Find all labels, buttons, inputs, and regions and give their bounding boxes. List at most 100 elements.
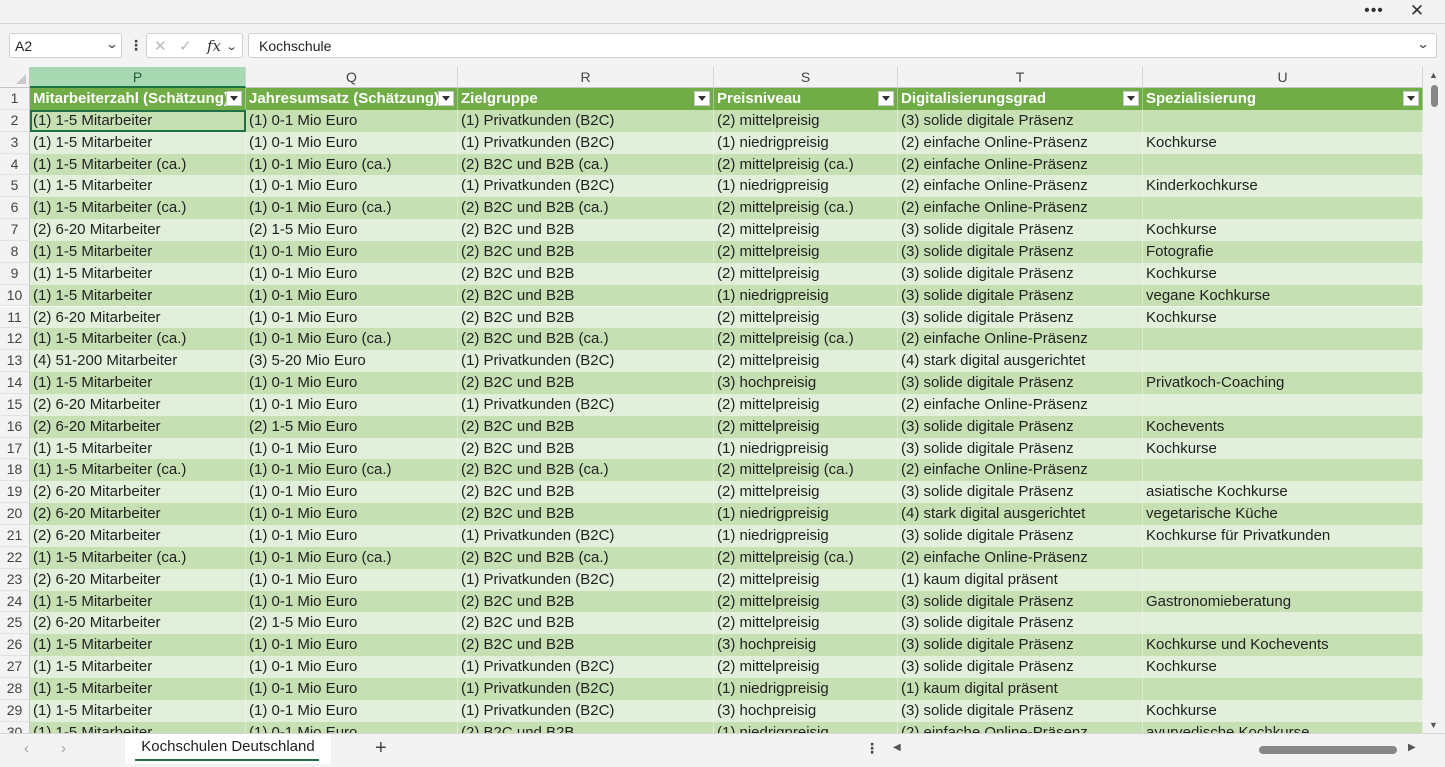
row-header[interactable]: 10: [0, 284, 30, 307]
table-cell[interactable]: Kochkurse und Kochevents: [1143, 634, 1423, 657]
table-cell[interactable]: (1) 0-1 Mio Euro: [246, 393, 458, 416]
horizontal-scroll-thumb[interactable]: [1259, 746, 1397, 754]
table-cell[interactable]: (2) 6-20 Mitarbeiter: [30, 568, 246, 591]
table-header-cell[interactable]: Jahresumsatz (Schätzung): [246, 88, 458, 110]
vertical-scrollbar[interactable]: ▲ ▼: [1424, 67, 1445, 733]
table-cell[interactable]: (1) 0-1 Mio Euro: [246, 481, 458, 504]
filter-dropdown-icon[interactable]: [1123, 91, 1139, 106]
table-cell[interactable]: (2) mittelpreisig: [714, 350, 898, 373]
table-cell[interactable]: (3) solide digitale Präsenz: [898, 262, 1143, 285]
table-cell[interactable]: (2) mittelpreisig: [714, 415, 898, 438]
table-cell[interactable]: (2) einfache Online-Präsenz: [898, 131, 1143, 154]
formula-bar-options-icon[interactable]: ⋮: [129, 37, 143, 54]
column-header-u[interactable]: U: [1143, 67, 1423, 88]
more-options-icon[interactable]: •••: [1359, 0, 1389, 22]
table-cell[interactable]: (4) stark digital ausgerichtet: [898, 350, 1143, 373]
row-header[interactable]: 27: [0, 656, 30, 678]
table-cell[interactable]: Kochkurse: [1143, 656, 1423, 678]
row-header[interactable]: 9: [0, 262, 30, 285]
chevron-down-icon[interactable]: ⌄: [105, 37, 118, 51]
table-cell[interactable]: (2) 1-5 Mio Euro: [246, 612, 458, 635]
formula-input[interactable]: Kochschule ⌄: [248, 33, 1437, 58]
previous-sheet-icon[interactable]: ‹: [24, 740, 29, 757]
table-cell[interactable]: (3) solide digitale Präsenz: [898, 372, 1143, 394]
row-header[interactable]: 3: [0, 131, 30, 154]
table-cell[interactable]: (1) 0-1 Mio Euro: [246, 656, 458, 678]
table-cell[interactable]: (2) mittelpreisig: [714, 109, 898, 132]
table-cell[interactable]: (1) Privatkunden (B2C): [458, 350, 714, 373]
row-header[interactable]: 28: [0, 677, 30, 700]
table-cell[interactable]: (3) solide digitale Präsenz: [898, 240, 1143, 263]
table-cell[interactable]: (1) 1-5 Mitarbeiter: [30, 175, 246, 198]
table-cell[interactable]: (1) 0-1 Mio Euro: [246, 131, 458, 154]
table-cell[interactable]: (1) niedrigpreisig: [714, 284, 898, 307]
table-cell[interactable]: (2) B2C und B2B: [458, 284, 714, 307]
checkmark-icon[interactable]: ✓: [179, 37, 192, 55]
table-header-cell[interactable]: Preisniveau: [714, 88, 898, 110]
table-cell[interactable]: [1143, 459, 1423, 482]
table-cell[interactable]: (2) mittelpreisig (ca.): [714, 153, 898, 176]
table-cell[interactable]: (1) 0-1 Mio Euro (ca.): [246, 197, 458, 220]
table-cell[interactable]: (2) einfache Online-Präsenz: [898, 721, 1143, 733]
table-cell[interactable]: (1) 0-1 Mio Euro: [246, 306, 458, 329]
table-cell[interactable]: (2) 6-20 Mitarbeiter: [30, 415, 246, 438]
row-header[interactable]: 2: [0, 109, 30, 132]
table-cell[interactable]: Kochkurse: [1143, 262, 1423, 285]
scroll-down-icon[interactable]: ▼: [1429, 720, 1438, 730]
table-cell[interactable]: (1) 1-5 Mitarbeiter (ca.): [30, 328, 246, 351]
table-cell[interactable]: (3) solide digitale Präsenz: [898, 656, 1143, 678]
table-header-cell[interactable]: Spezialisierung: [1143, 88, 1423, 110]
table-cell[interactable]: Kochkurse: [1143, 131, 1423, 154]
table-cell[interactable]: (1) niedrigpreisig: [714, 175, 898, 198]
table-cell[interactable]: (1) 0-1 Mio Euro: [246, 699, 458, 722]
table-cell[interactable]: (1) niedrigpreisig: [714, 677, 898, 700]
table-cell[interactable]: (2) 6-20 Mitarbeiter: [30, 525, 246, 547]
table-cell[interactable]: (2) 6-20 Mitarbeiter: [30, 612, 246, 635]
table-cell[interactable]: (1) kaum digital präsent: [898, 677, 1143, 700]
table-cell[interactable]: Kochkurse: [1143, 699, 1423, 722]
table-cell[interactable]: (2) B2C und B2B (ca.): [458, 197, 714, 220]
column-header-s[interactable]: S: [714, 67, 898, 88]
table-cell[interactable]: (3) solide digitale Präsenz: [898, 219, 1143, 241]
table-cell[interactable]: (1) 0-1 Mio Euro: [246, 568, 458, 591]
table-cell[interactable]: (1) 1-5 Mitarbeiter (ca.): [30, 153, 246, 176]
column-header-t[interactable]: T: [898, 67, 1143, 88]
table-cell[interactable]: (2) einfache Online-Präsenz: [898, 546, 1143, 569]
table-cell[interactable]: (2) mittelpreisig: [714, 306, 898, 329]
table-cell[interactable]: (2) B2C und B2B: [458, 415, 714, 438]
table-cell[interactable]: (1) 0-1 Mio Euro: [246, 503, 458, 525]
table-cell[interactable]: Kochkurse für Privatkunden: [1143, 525, 1423, 547]
row-header[interactable]: 4: [0, 153, 30, 176]
add-sheet-icon[interactable]: +: [375, 737, 387, 760]
next-sheet-icon[interactable]: ›: [61, 740, 66, 757]
table-header-cell[interactable]: Zielgruppe: [458, 88, 714, 110]
table-cell[interactable]: vegetarische Küche: [1143, 503, 1423, 525]
table-header-cell[interactable]: Mitarbeiterzahl (Schätzung): [30, 88, 246, 110]
filter-dropdown-icon[interactable]: [1403, 91, 1419, 106]
table-cell[interactable]: (1) 1-5 Mitarbeiter (ca.): [30, 459, 246, 482]
table-cell[interactable]: (1) 1-5 Mitarbeiter: [30, 590, 246, 613]
table-cell[interactable]: (2) 1-5 Mio Euro: [246, 415, 458, 438]
table-cell[interactable]: (3) solide digitale Präsenz: [898, 699, 1143, 722]
row-header[interactable]: 12: [0, 328, 30, 351]
table-cell[interactable]: (1) 1-5 Mitarbeiter: [30, 437, 246, 460]
table-cell[interactable]: (1) 1-5 Mitarbeiter: [30, 721, 246, 733]
table-cell[interactable]: (1) 1-5 Mitarbeiter: [30, 109, 246, 132]
row-header[interactable]: 21: [0, 525, 30, 547]
table-cell[interactable]: Kochkurse: [1143, 219, 1423, 241]
table-cell[interactable]: (2) B2C und B2B: [458, 372, 714, 394]
table-cell[interactable]: (3) solide digitale Präsenz: [898, 525, 1143, 547]
row-header[interactable]: 11: [0, 306, 30, 329]
scroll-left-icon[interactable]: ◀: [893, 742, 901, 753]
chevron-down-icon[interactable]: ⌄: [226, 40, 238, 53]
table-cell[interactable]: (3) 5-20 Mio Euro: [246, 350, 458, 373]
table-cell[interactable]: (3) solide digitale Präsenz: [898, 590, 1143, 613]
table-header-cell[interactable]: Digitalisierungsgrad: [898, 88, 1143, 110]
row-header[interactable]: 5: [0, 175, 30, 198]
table-cell[interactable]: Kochkurse: [1143, 306, 1423, 329]
table-cell[interactable]: (2) B2C und B2B: [458, 721, 714, 733]
table-cell[interactable]: (1) 1-5 Mitarbeiter: [30, 131, 246, 154]
table-cell[interactable]: (2) einfache Online-Präsenz: [898, 393, 1143, 416]
table-cell[interactable]: [1143, 568, 1423, 591]
table-cell[interactable]: (1) 1-5 Mitarbeiter: [30, 656, 246, 678]
